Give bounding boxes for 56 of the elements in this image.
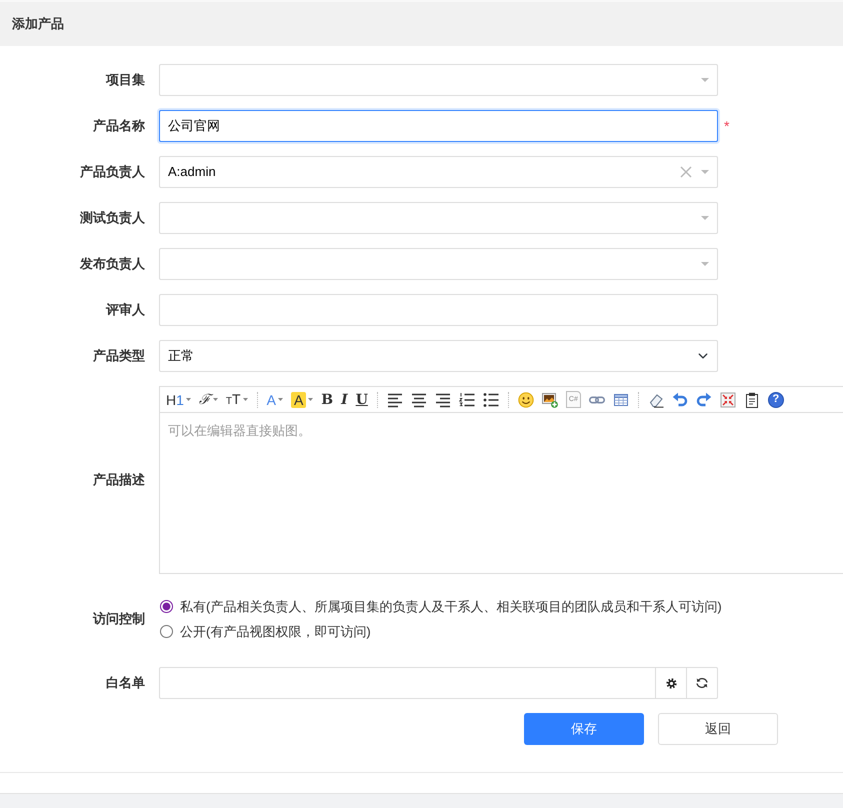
dropdown-arrow-icon <box>701 170 709 174</box>
field-label: 测试负责人 <box>79 209 145 228</box>
type-select[interactable]: 正常 <box>159 340 718 372</box>
bold-button[interactable]: B <box>317 390 338 410</box>
field-label: 项目集 <box>104 71 145 90</box>
numbered-list-icon[interactable] <box>458 392 475 408</box>
dropdown-arrow-icon <box>701 262 709 266</box>
field-label: 白名单 <box>105 674 145 692</box>
required-mark: * <box>724 116 730 136</box>
bullet-list-icon[interactable] <box>482 392 499 408</box>
field-label: 产品名称 <box>92 117 145 136</box>
editor-text-area[interactable]: 可以在编辑器直接贴图。 <box>159 413 843 574</box>
fullscreen-icon[interactable] <box>720 392 736 408</box>
align-center-icon[interactable] <box>410 392 427 408</box>
page-title: 添加产品 <box>12 15 64 34</box>
radio-button[interactable] <box>160 625 173 638</box>
field-label: 访问控制 <box>92 610 145 628</box>
font-color-button[interactable]: A <box>262 390 287 410</box>
font-size-button[interactable]: TT <box>222 390 252 410</box>
settings-button[interactable] <box>655 667 687 699</box>
text-input[interactable]: 公司官网 <box>159 110 718 142</box>
align-right-icon[interactable] <box>434 392 451 408</box>
image-icon[interactable] <box>542 392 558 408</box>
field-label: 产品类型 <box>92 347 145 366</box>
field-label: 产品负责人 <box>79 163 145 182</box>
whitelist-input[interactable] <box>159 667 656 699</box>
radio-button[interactable] <box>160 600 173 613</box>
help-button[interactable]: ? <box>768 392 784 408</box>
undo-icon[interactable] <box>672 392 688 408</box>
dropdown-arrow-icon <box>701 78 709 82</box>
radio-label[interactable]: 私有(产品相关负责人、所属项目集的负责人及干系人、相关联项目的团队成员和干系人可访问) <box>180 596 722 616</box>
field-label: 产品描述 <box>92 471 145 490</box>
select-field[interactable] <box>159 202 718 234</box>
select-field[interactable] <box>159 248 718 280</box>
select-field[interactable] <box>159 64 718 96</box>
refresh-icon <box>696 677 708 689</box>
select-field[interactable]: A:admin <box>159 156 718 188</box>
italic-button[interactable]: I <box>337 390 352 410</box>
field-label: 发布负责人 <box>78 255 145 274</box>
gear-icon <box>666 678 676 688</box>
eraser-icon[interactable] <box>648 392 664 408</box>
smiley-icon[interactable] <box>518 392 534 408</box>
text-input[interactable] <box>159 294 718 326</box>
back-button[interactable]: 返回 <box>658 713 778 745</box>
save-button[interactable]: 保存 <box>524 713 644 745</box>
font-family-button[interactable]: ℱ <box>194 390 222 410</box>
redo-icon[interactable] <box>696 392 712 408</box>
align-left-icon[interactable] <box>386 392 403 408</box>
underline-button[interactable]: U <box>352 390 372 410</box>
heading-button[interactable]: H1 <box>162 390 195 410</box>
clipboard-icon[interactable] <box>744 392 760 408</box>
highlight-button[interactable]: A <box>286 390 318 410</box>
dropdown-arrow-icon <box>701 216 709 220</box>
radio-label[interactable]: 公开(有产品视图权限，即可访问) <box>180 622 371 642</box>
field-label: 评审人 <box>104 301 145 320</box>
refresh-button[interactable] <box>686 667 718 699</box>
